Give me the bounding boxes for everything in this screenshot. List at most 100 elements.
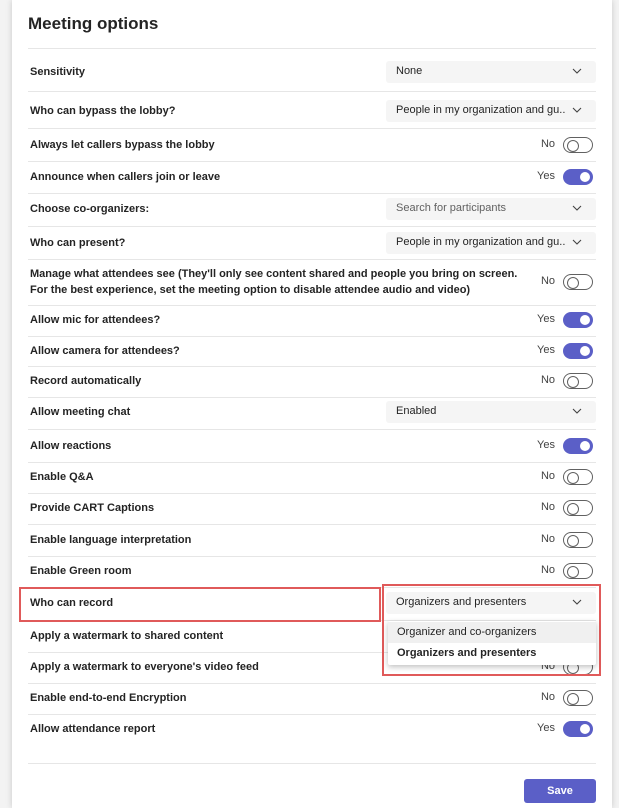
setting-label-enable-end-to-end-encryption: Enable end-to-end Encryption [30, 692, 187, 704]
divider [28, 683, 596, 684]
chevron-down-icon [572, 107, 582, 113]
toggle-state-text: No [540, 138, 555, 150]
toggle-state-text: No [540, 533, 555, 545]
toggle-switch-announce-when-callers-join-or-leave[interactable] [563, 169, 593, 185]
setting-select-choose-co-organizers[interactable]: Search for participants [386, 198, 596, 220]
toggle-switch-enable-q-a[interactable] [563, 469, 593, 485]
setting-label-announce-when-callers-join-or-leave: Announce when callers join or leave [30, 171, 221, 183]
select-value: Search for participants [396, 202, 507, 214]
toggle-state-text: No [540, 564, 555, 576]
select-value: None [396, 65, 423, 77]
toggle-knob [567, 693, 579, 705]
setting-toggle-group-enable-end-to-end-encryption: No [523, 688, 593, 708]
toggle-knob [567, 140, 579, 152]
toggle-knob [567, 376, 579, 388]
setting-label-allow-reactions: Allow reactions [30, 440, 112, 452]
toggle-state-text: No [540, 691, 555, 703]
dropdown-option-organizers-and-presenters[interactable]: Organizers and presenters [388, 643, 596, 664]
setting-label-enable-language-interpretation: Enable language interpretation [30, 534, 192, 546]
setting-label-apply-a-watermark-to-everyone-s-video-fe: Apply a watermark to everyone's video fe… [30, 661, 259, 673]
toggle-switch-allow-mic-for-attendees[interactable] [563, 312, 593, 328]
toggle-state-text: No [540, 470, 555, 482]
toggle-switch-record-automatically[interactable] [563, 373, 593, 389]
divider [28, 397, 596, 398]
divider [28, 193, 596, 194]
toggle-state-text: Yes [537, 439, 555, 451]
toggle-knob [567, 566, 579, 578]
setting-toggle-group-enable-green-room: No [523, 561, 593, 581]
toggle-switch-enable-language-interpretation[interactable] [563, 532, 593, 548]
toggle-state-text: Yes [537, 313, 555, 325]
toggle-knob [580, 441, 590, 451]
toggle-knob [580, 346, 590, 356]
setting-select-who-can-bypass-the-lobby[interactable]: People in my organization and gu... [386, 100, 596, 122]
toggle-knob [580, 315, 590, 325]
select-value: People in my organization and gu... [396, 104, 566, 116]
setting-label-sensitivity: Sensitivity [30, 66, 86, 78]
divider [28, 429, 596, 430]
select-value: People in my organization and gu... [396, 236, 566, 248]
setting-label-enable-green-room: Enable Green room [30, 565, 132, 577]
chevron-down-icon [572, 205, 582, 211]
setting-toggle-group-announce-when-callers-join-or-leave: Yes [523, 167, 593, 187]
setting-label-apply-a-watermark-to-shared-content: Apply a watermark to shared content [30, 630, 224, 642]
toggle-knob [567, 535, 579, 547]
setting-label-record-automatically: Record automatically [30, 375, 142, 387]
divider [28, 556, 596, 557]
who-can-record-dropdown-menu: Organizer and co-organizers Organizers a… [388, 621, 596, 665]
toggle-knob [580, 172, 590, 182]
dropdown-option-label: Organizers and presenters [397, 647, 537, 659]
toggle-switch-provide-cart-captions[interactable] [563, 500, 593, 516]
setting-label-enable-q-a: Enable Q&A [30, 471, 94, 483]
divider [28, 161, 596, 162]
divider [28, 305, 596, 306]
toggle-state-text: Yes [537, 344, 555, 356]
setting-toggle-group-allow-mic-for-attendees: Yes [523, 310, 593, 330]
chevron-down-icon [572, 408, 582, 414]
toggle-knob [567, 472, 579, 484]
divider [28, 128, 596, 129]
divider [28, 366, 596, 367]
toggle-switch-enable-green-room[interactable] [563, 563, 593, 579]
toggle-knob [567, 277, 579, 289]
setting-toggle-group-manage-what-attendees-see-they-ll-only-s: No [523, 272, 593, 292]
divider [28, 48, 596, 49]
toggle-state-text: No [540, 275, 555, 287]
divider [28, 493, 596, 494]
setting-label-manage-what-attendees-see-they-ll-only-s: Manage what attendees see (They'll only … [30, 268, 518, 296]
toggle-state-text: Yes [537, 170, 555, 182]
divider [28, 462, 596, 463]
toggle-switch-allow-attendance-report[interactable] [563, 721, 593, 737]
setting-label-allow-mic-for-attendees: Allow mic for attendees? [30, 314, 161, 326]
toggle-state-text: Yes [537, 722, 555, 734]
setting-select-who-can-present[interactable]: People in my organization and gu... [386, 232, 596, 254]
toggle-state-text: No [540, 501, 555, 513]
setting-toggle-group-record-automatically: No [523, 371, 593, 391]
divider [28, 259, 596, 260]
toggle-switch-manage-what-attendees-see-they-ll-only-s[interactable] [563, 274, 593, 290]
divider [28, 763, 596, 764]
setting-label-allow-camera-for-attendees: Allow camera for attendees? [30, 345, 180, 357]
save-button[interactable]: Save [524, 779, 596, 803]
setting-label-provide-cart-captions: Provide CART Captions [30, 502, 155, 514]
toggle-knob [567, 503, 579, 515]
toggle-state-text: No [540, 374, 555, 386]
toggle-switch-allow-camera-for-attendees[interactable] [563, 343, 593, 359]
highlight-box-label [19, 587, 381, 622]
divider [28, 524, 596, 525]
setting-label-always-let-callers-bypass-the-lobby: Always let callers bypass the lobby [30, 139, 215, 151]
setting-select-sensitivity[interactable]: None [386, 61, 596, 83]
dropdown-option-label: Organizer and co-organizers [397, 626, 537, 638]
setting-toggle-group-enable-language-interpretation: No [523, 530, 593, 550]
page-title: Meeting options [28, 14, 159, 33]
divider [28, 226, 596, 227]
setting-label-who-can-present: Who can present? [30, 237, 126, 249]
toggle-switch-allow-reactions[interactable] [563, 438, 593, 454]
setting-toggle-group-always-let-callers-bypass-the-lobby: No [523, 135, 593, 155]
setting-label-who-can-bypass-the-lobby: Who can bypass the lobby? [30, 105, 176, 117]
dropdown-option-organizer-and-co-organizers[interactable]: Organizer and co-organizers [388, 622, 596, 643]
toggle-switch-enable-end-to-end-encryption[interactable] [563, 690, 593, 706]
setting-select-allow-meeting-chat[interactable]: Enabled [386, 401, 596, 423]
setting-toggle-group-allow-reactions: Yes [523, 436, 593, 456]
toggle-switch-always-let-callers-bypass-the-lobby[interactable] [563, 137, 593, 153]
